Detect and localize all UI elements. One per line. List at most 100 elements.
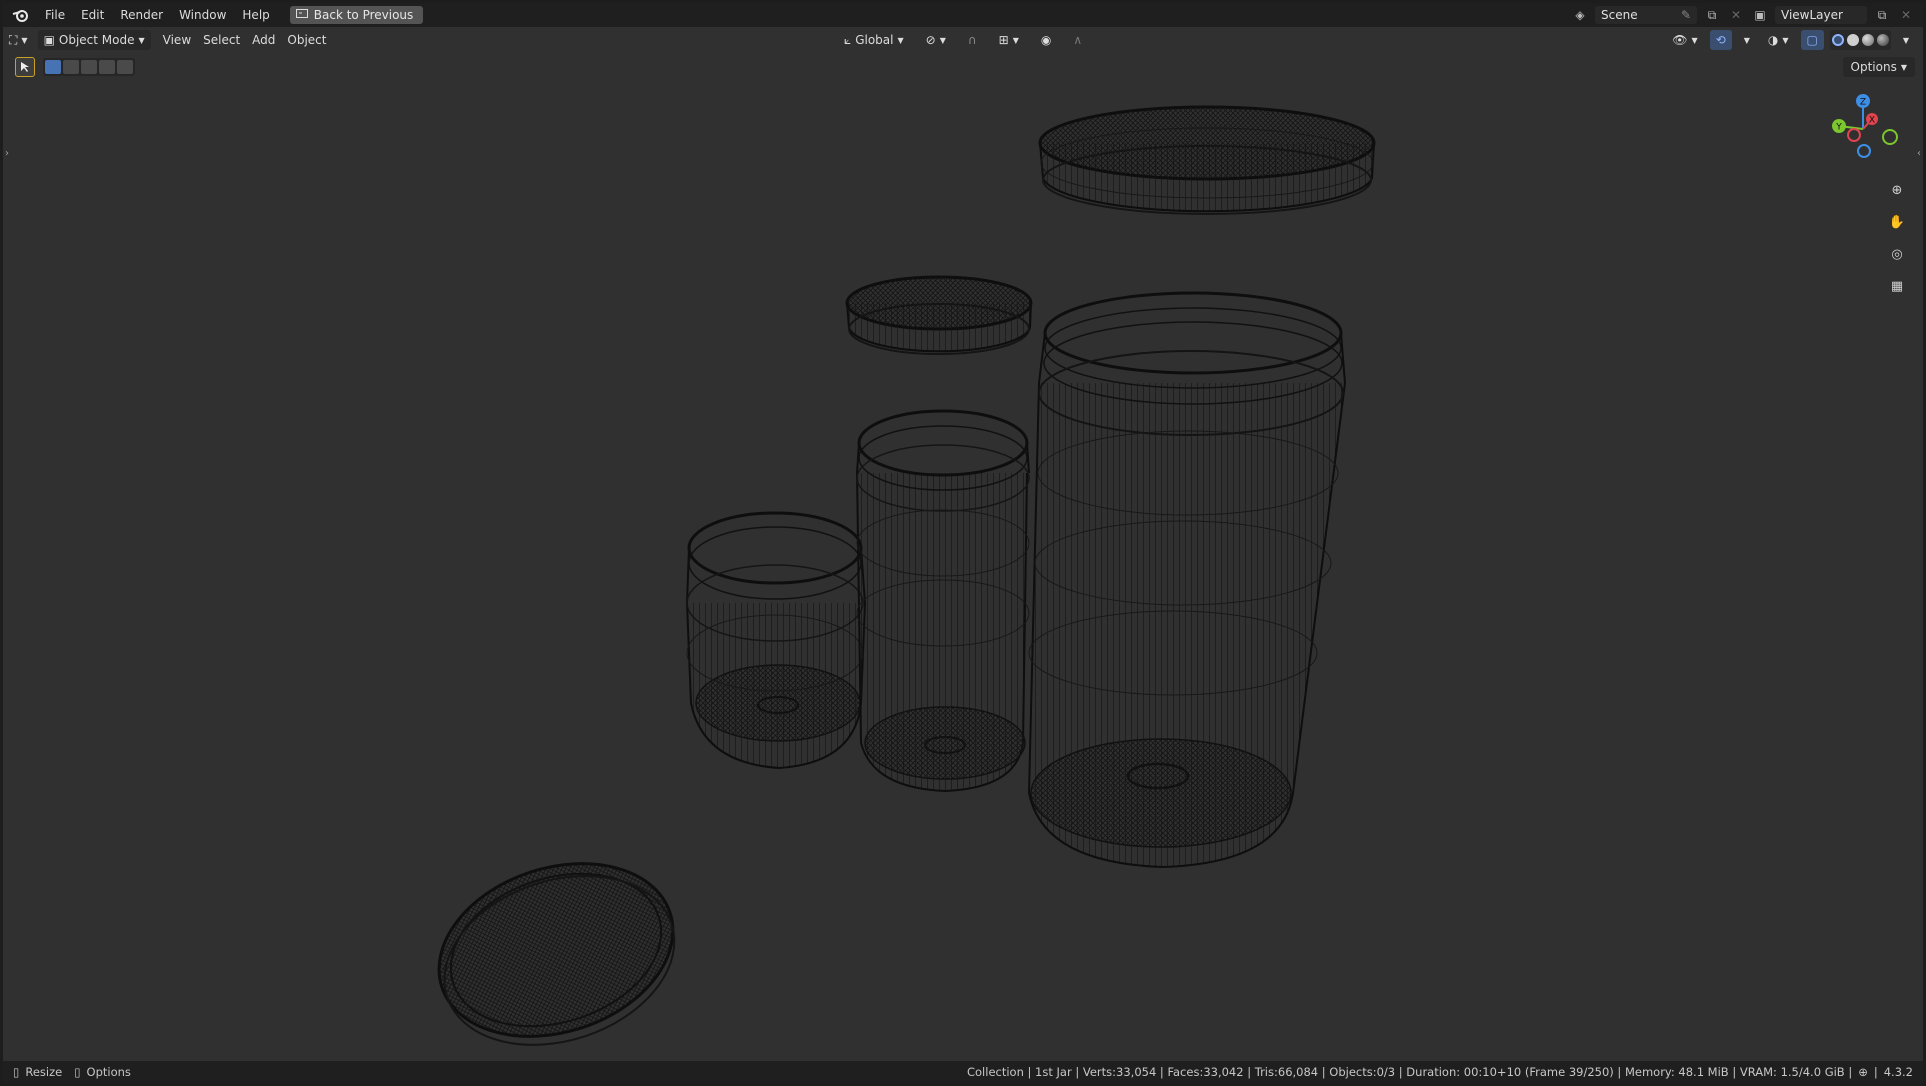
pivot-point-button[interactable]: ⊘ ▼ [920, 30, 952, 50]
medium-jar-wireframe[interactable] [856, 409, 1030, 793]
menu-help[interactable]: Help [234, 3, 277, 27]
blender-window: File Edit Render Window Help Back to Pre… [3, 3, 1923, 1083]
view-layer-name: ViewLayer [1781, 8, 1843, 22]
status-info-area: Collection | 1st Jar | Verts:33,054 | Fa… [967, 1061, 1913, 1083]
gizmo-options[interactable]: ▼ [1738, 30, 1756, 50]
object-mode-icon: ▣ [43, 33, 55, 47]
chevron-down-icon: ▼ [939, 35, 946, 45]
scene-type-icon[interactable]: ◈ [1571, 6, 1589, 24]
magnet-icon: ∩ [967, 33, 977, 47]
globe-icon[interactable]: ⊕ [1858, 1065, 1868, 1079]
proportional-edit-toggle[interactable]: ◉ [1035, 30, 1057, 50]
material-preview-icon[interactable] [1861, 34, 1874, 46]
chevron-down-icon: ▼ [897, 35, 904, 45]
large-lid-wireframe[interactable] [1038, 105, 1376, 215]
falloff-icon: ∧ [1073, 33, 1083, 47]
perspective-grid-icon[interactable]: ▦ [1886, 275, 1908, 297]
navigation-gizmo[interactable]: Z Y X [1823, 89, 1903, 172]
orientation-label: Global [855, 33, 894, 47]
snap-toggle[interactable]: ∩ [962, 30, 983, 50]
snap-increment-icon: ⊞ [998, 33, 1009, 47]
neg-z-axis-handle[interactable] [1857, 144, 1871, 158]
chevron-down-icon: ▼ [138, 35, 145, 45]
xray-toggle[interactable]: ▢ [1800, 30, 1824, 50]
scene-statistics: Collection | 1st Jar | Verts:33,054 | Fa… [966, 1065, 1853, 1079]
sidebar-expand-arrow[interactable]: ‹ [1917, 148, 1921, 159]
overlays-toggle[interactable]: ◑ ▼ [1762, 30, 1795, 50]
chevron-down-icon: ▼ [1743, 35, 1750, 45]
options-label: Options [1850, 60, 1897, 74]
blender-version: 4.3.2 [1883, 1065, 1913, 1079]
select-intersect-icon[interactable] [117, 60, 133, 74]
select-subtract-icon[interactable] [81, 60, 97, 74]
chevron-down-icon: ▼ [1902, 35, 1909, 45]
mouse-left-icon: ▯ [13, 1065, 20, 1079]
chevron-down-icon: ▼ [1012, 35, 1019, 45]
pin-icon[interactable]: ✎ [1681, 8, 1691, 22]
menu-select[interactable]: Select [197, 30, 246, 50]
zoom-icon[interactable]: ⊕ [1886, 179, 1908, 201]
gizmo-icon: ⟲ [1715, 33, 1726, 47]
menu-object[interactable]: Object [281, 30, 332, 50]
3d-viewport-icon: ⛶ [9, 32, 18, 47]
z-axis-label: Z [1860, 98, 1866, 108]
x-axis-label: X [1869, 116, 1875, 126]
select-tool-icon[interactable] [15, 57, 35, 77]
pan-hand-icon[interactable]: ✋ [1886, 211, 1908, 233]
blender-logo-icon[interactable] [3, 3, 37, 27]
wireframe-scene [417, 105, 1376, 1061]
rendered-shading-icon[interactable] [1876, 34, 1889, 46]
select-new-icon[interactable] [45, 60, 61, 74]
delete-scene-icon[interactable]: ✕ [1727, 6, 1745, 24]
view-layer-selector[interactable]: ViewLayer [1775, 6, 1867, 24]
menu-file[interactable]: File [37, 3, 73, 27]
tilted-lid-wireframe[interactable] [417, 835, 699, 1061]
new-scene-icon[interactable]: ⧉ [1703, 6, 1721, 24]
camera-view-icon[interactable]: ◎ [1886, 243, 1908, 265]
select-extend-icon[interactable] [63, 60, 79, 74]
object-mode-label: Object Mode [58, 33, 135, 47]
back-to-previous-button[interactable]: Back to Previous [289, 6, 424, 24]
menu-window[interactable]: Window [171, 3, 234, 27]
new-view-layer-icon[interactable]: ⧉ [1873, 6, 1891, 24]
chevron-down-icon: ▼ [1782, 35, 1789, 45]
viewport-navigation: ⊕ ✋ ◎ ▦ [1886, 179, 1908, 297]
object-visibility-button[interactable]: 👁 ▼ [1666, 30, 1703, 50]
shading-options[interactable]: ▼ [1897, 30, 1915, 50]
back-to-previous-label: Back to Previous [313, 8, 414, 22]
screen-icon [295, 8, 308, 22]
y-axis-label: Y [1835, 123, 1842, 133]
neg-x-axis-handle[interactable] [1847, 128, 1861, 142]
small-jar-wireframe[interactable] [686, 511, 866, 770]
object-mode-dropdown[interactable]: ▣ Object Mode ▼ [37, 30, 151, 50]
orientation-dropdown[interactable]: ⟀ Global ▼ [838, 30, 910, 50]
proportional-edit-icon: ◉ [1040, 33, 1052, 47]
small-lid-wireframe[interactable] [845, 275, 1033, 355]
xray-icon: ▢ [1806, 33, 1818, 47]
eye-icon: 👁 [1672, 33, 1688, 47]
delete-view-layer-icon[interactable]: ✕ [1897, 6, 1915, 24]
separator: | [1873, 1065, 1878, 1079]
chevron-down-icon: ▼ [21, 35, 28, 45]
overlays-icon: ◑ [1767, 33, 1779, 47]
gizmo-toggle[interactable]: ⟲ [1709, 30, 1732, 50]
scene-selector[interactable]: Scene ✎ [1595, 6, 1697, 24]
menu-add[interactable]: Add [246, 30, 281, 50]
solid-shading-icon[interactable] [1846, 34, 1859, 46]
editor-type-button[interactable]: ⛶ ▼ [3, 30, 34, 50]
chevron-down-icon: ▼ [1900, 62, 1907, 72]
3d-viewport[interactable]: › ‹ [3, 53, 1923, 1061]
wireframe-shading-icon[interactable] [1831, 34, 1844, 46]
large-jar-wireframe[interactable] [1027, 291, 1346, 869]
view-layer-type-icon[interactable]: ▣ [1751, 6, 1769, 24]
select-invert-icon[interactable] [99, 60, 115, 74]
neg-y-axis-handle[interactable] [1882, 129, 1898, 145]
menu-edit[interactable]: Edit [73, 3, 112, 27]
hint-resize: Resize [25, 1065, 63, 1079]
toolbar-expand-arrow[interactable]: › [5, 148, 9, 159]
menu-view[interactable]: View [157, 30, 197, 50]
snap-target-button[interactable]: ⊞ ▼ [993, 30, 1025, 50]
falloff-button[interactable]: ∧ [1067, 30, 1088, 50]
menu-render[interactable]: Render [112, 3, 171, 27]
options-dropdown[interactable]: Options ▼ [1842, 57, 1915, 77]
